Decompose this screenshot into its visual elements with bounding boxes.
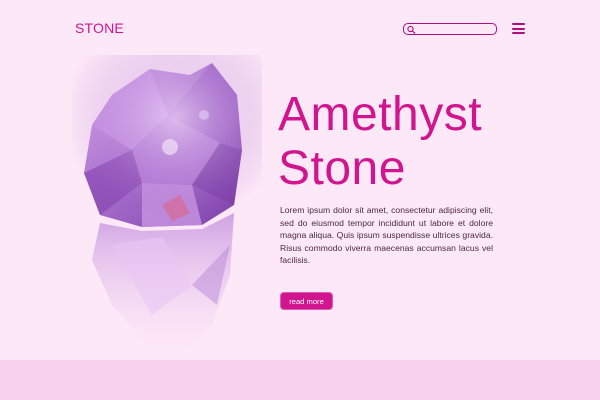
search-box[interactable]: [403, 23, 497, 35]
hero-title: Amethyst Stone: [278, 88, 578, 196]
hero-title-line-1: Amethyst: [278, 88, 483, 141]
landing-page: STONE Amethyst Stone Lorem ipsum dolor s…: [0, 0, 600, 400]
search-input[interactable]: [418, 24, 492, 34]
amethyst-crystal-image: [72, 55, 262, 355]
menu-button[interactable]: [512, 23, 525, 34]
hero-description: Lorem ipsum dolor sit amet, consectetur …: [280, 205, 493, 266]
brand-logo[interactable]: STONE: [75, 20, 124, 36]
search-icon: [407, 25, 416, 34]
read-more-button[interactable]: read more: [281, 293, 332, 309]
hero-title-line-2: Stone: [278, 142, 406, 195]
footer-band: [0, 360, 600, 400]
